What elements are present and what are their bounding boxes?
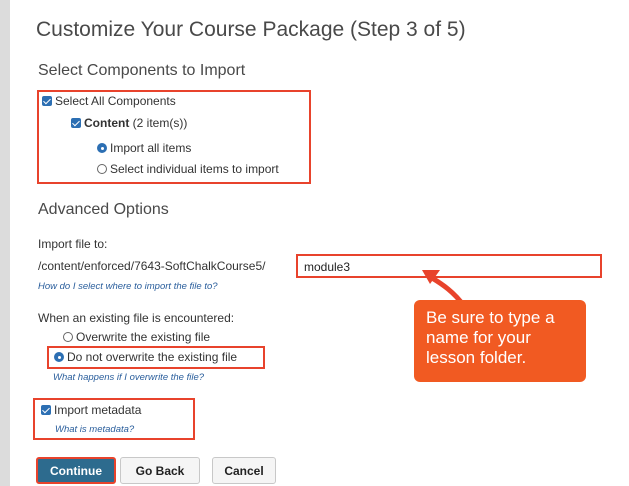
import-file-label: Import file to: [38, 237, 108, 251]
select-all-row[interactable]: Select All Components [42, 94, 176, 108]
advanced-options-heading: Advanced Options [38, 201, 169, 218]
metadata-label: Import metadata [54, 403, 142, 417]
continue-button[interactable]: Continue [36, 457, 116, 484]
select-individual-label: Select individual items to import [110, 162, 279, 176]
existing-file-label: When an existing file is encountered: [38, 311, 235, 325]
cancel-button[interactable]: Cancel [212, 457, 276, 484]
path-prefix: /content/enforced/7643-SoftChalkCourse5/ [38, 259, 266, 273]
left-border [0, 0, 10, 486]
select-components-heading: Select Components to Import [38, 62, 246, 79]
no-overwrite-radio[interactable] [54, 352, 64, 362]
go-back-button[interactable]: Go Back [120, 457, 200, 484]
select-individual-row[interactable]: Select individual items to import [97, 162, 279, 176]
help-metadata-link[interactable]: What is metadata? [55, 424, 134, 435]
no-overwrite-row[interactable]: Do not overwrite the existing file [54, 350, 237, 364]
help-overwrite-link[interactable]: What happens if I overwrite the file? [53, 372, 204, 383]
import-all-label: Import all items [110, 141, 192, 155]
select-all-label: Select All Components [55, 94, 176, 108]
import-all-radio[interactable] [97, 143, 107, 153]
metadata-checkbox[interactable] [41, 405, 51, 415]
overwrite-radio[interactable] [63, 332, 73, 342]
annotation-callout: Be sure to type a name for your lesson f… [414, 300, 586, 382]
content-checkbox[interactable] [71, 118, 81, 128]
metadata-row[interactable]: Import metadata [41, 403, 141, 417]
content-label: Content [84, 116, 130, 130]
help-import-link[interactable]: How do I select where to import the file… [38, 281, 218, 292]
content-row[interactable]: Content (2 item(s)) [71, 116, 187, 130]
select-individual-radio[interactable] [97, 164, 107, 174]
page-title: Customize Your Course Package (Step 3 of… [36, 18, 466, 41]
overwrite-row[interactable]: Overwrite the existing file [63, 330, 210, 344]
no-overwrite-label: Do not overwrite the existing file [67, 350, 238, 364]
select-all-checkbox[interactable] [42, 96, 52, 106]
page: Customize Your Course Package (Step 3 of… [0, 0, 629, 486]
import-all-row[interactable]: Import all items [97, 141, 191, 155]
overwrite-label: Overwrite the existing file [76, 330, 211, 344]
content-count: (2 item(s)) [132, 116, 188, 130]
